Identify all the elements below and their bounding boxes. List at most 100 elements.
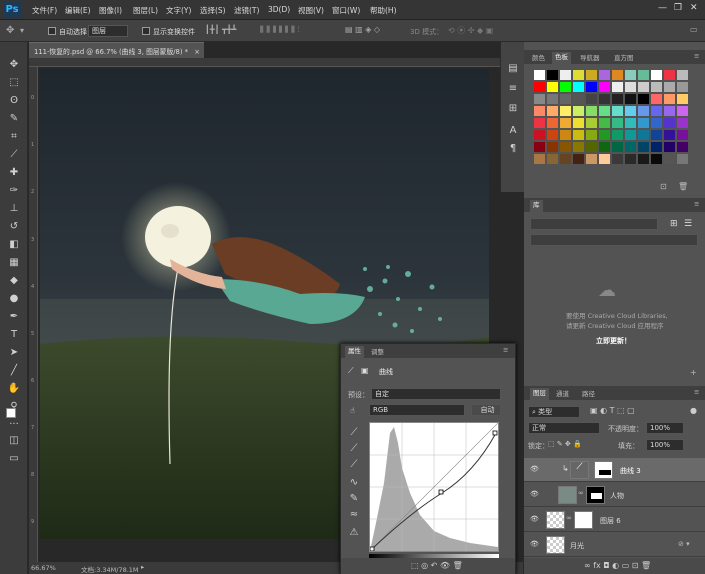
color-swatch[interactable] [534,106,545,116]
sample-white-icon[interactable]: ⟋ [347,458,361,472]
list-view-icon[interactable]: ☰ [684,219,692,229]
color-swatch[interactable] [534,154,545,164]
color-swatch[interactable] [534,142,545,152]
layer-name[interactable]: 人物 [610,491,624,501]
color-swatch[interactable] [638,82,649,92]
color-swatch[interactable] [651,154,662,164]
link-icon[interactable]: ∞ [566,514,572,522]
history-panel-icon[interactable]: ▤ [506,62,520,76]
lock-icons[interactable]: ⬚ ✎ ✥ 🔒 [548,440,582,448]
swatch-grid[interactable] [534,70,694,174]
color-swatch[interactable] [599,106,610,116]
color-swatch[interactable] [612,154,623,164]
color-swatch[interactable] [664,130,675,140]
color-swatch[interactable] [586,154,597,164]
lasso-tool-icon[interactable]: ʘ [7,94,21,108]
color-swatch[interactable] [638,106,649,116]
layer-name[interactable]: 图层 6 [600,516,621,526]
layer-row[interactable]: 👁 ∞ 人物 [524,483,705,507]
gradient-tool-icon[interactable]: ▦ [7,256,21,270]
panel-menu-icon[interactable]: ≡ [694,388,699,396]
tab-color[interactable]: 颜色 [532,52,545,62]
color-swatch[interactable] [547,82,558,92]
layer-name[interactable]: 月光 [570,541,584,551]
color-swatch[interactable] [573,118,584,128]
layer-effects-icon[interactable]: ⊘ ▾ [678,540,690,548]
color-swatch[interactable] [547,106,558,116]
curve-point-icon[interactable]: ∿ [347,476,361,490]
color-swatch[interactable] [625,154,636,164]
move-tool-icon[interactable]: ✥ [7,58,21,72]
color-swatch[interactable] [625,106,636,116]
tab-swatches[interactable]: 色板 [552,52,571,64]
quick-select-tool-icon[interactable]: ✎ [7,112,21,126]
color-swatch[interactable] [560,106,571,116]
status-arrow-icon[interactable]: ▸ [141,563,144,571]
eyedropper-tool-icon[interactable]: ⟋ [7,148,21,162]
auto-align-icons[interactable]: ▤ ▥ ◈ ◇ [345,25,380,34]
color-swatch[interactable] [534,82,545,92]
color-swatch[interactable] [677,106,688,116]
color-swatch[interactable] [677,70,688,80]
panel-menu-icon[interactable]: ≡ [694,52,699,60]
color-swatch[interactable] [651,106,662,116]
color-swatch[interactable] [573,82,584,92]
tab-navigator[interactable]: 导航器 [580,52,600,62]
dodge-tool-icon[interactable]: ● [7,292,21,306]
color-swatch[interactable] [664,154,675,164]
type-tool-icon[interactable]: T [7,328,21,342]
fill-field[interactable]: 100% [646,439,684,451]
auto-select-dropdown[interactable]: 图层 [88,25,128,37]
brush-tool-icon[interactable]: ✑ [7,184,21,198]
3d-mode-icons[interactable]: ⟲ ⦿ ✣ ◆ ▣ [448,25,493,36]
layer-filter-dropdown[interactable]: ⌕ 类型 [528,406,580,418]
pen-tool-icon[interactable]: ✒ [7,310,21,324]
document-tab[interactable]: 111-恢复的.psd @ 66.7% (曲线 3, 图层蒙版/8) * × [29,42,204,58]
color-swatch[interactable] [586,94,597,104]
color-swatch[interactable] [560,142,571,152]
blend-mode-dropdown[interactable]: 正常 [528,422,600,434]
link-icon[interactable]: ∞ [578,489,584,497]
grid-view-icon[interactable]: ⊞ [670,219,678,229]
color-swatch[interactable] [651,130,662,140]
color-swatch[interactable] [547,94,558,104]
move-tool-icon[interactable]: ✥ [6,25,14,36]
paragraph-panel-icon[interactable]: ¶ [506,142,520,156]
panel-menu-icon[interactable]: ≡ [503,346,508,354]
color-swatch[interactable] [534,70,545,80]
tab-histogram[interactable]: 直方图 [614,52,634,62]
color-swatch[interactable] [625,142,636,152]
menu-image[interactable]: 图像(I) [99,5,122,16]
color-swatch[interactable] [612,142,623,152]
color-swatch[interactable] [560,82,571,92]
color-swatch[interactable] [612,70,623,80]
color-swatch[interactable] [612,130,623,140]
color-swatch[interactable] [586,118,597,128]
color-swatch[interactable] [651,94,662,104]
color-swatch[interactable] [677,82,688,92]
color-swatch[interactable] [612,94,623,104]
color-swatch[interactable] [599,70,610,80]
color-swatch[interactable] [625,130,636,140]
tab-adjustments[interactable]: 调整 [371,346,384,356]
color-swatch[interactable] [677,154,688,164]
color-swatch[interactable] [677,142,688,152]
menu-filter[interactable]: 滤镜(T) [234,5,259,16]
color-swatch[interactable] [599,118,610,128]
menu-window[interactable]: 窗口(W) [332,5,360,16]
color-swatch[interactable] [586,82,597,92]
color-swatch[interactable] [534,130,545,140]
color-swatch[interactable] [586,142,597,152]
sample-black-icon[interactable]: ⟋ [347,426,361,440]
new-swatch-icon[interactable]: ⊡ [660,182,667,191]
screen-mode-icon[interactable]: ▭ [7,452,21,466]
color-swatch[interactable] [560,94,571,104]
crop-tool-icon[interactable]: ⌗ [7,130,21,144]
color-swatch[interactable] [599,82,610,92]
minimize-icon[interactable]: — [658,3,667,13]
color-swatch[interactable] [599,154,610,164]
layer-row[interactable]: 👁 ↳ ⟋ 曲线 3 [524,458,705,482]
library-add-icon[interactable]: + [690,368,697,377]
color-swatch[interactable] [534,94,545,104]
menu-file[interactable]: 文件(F) [32,5,57,16]
